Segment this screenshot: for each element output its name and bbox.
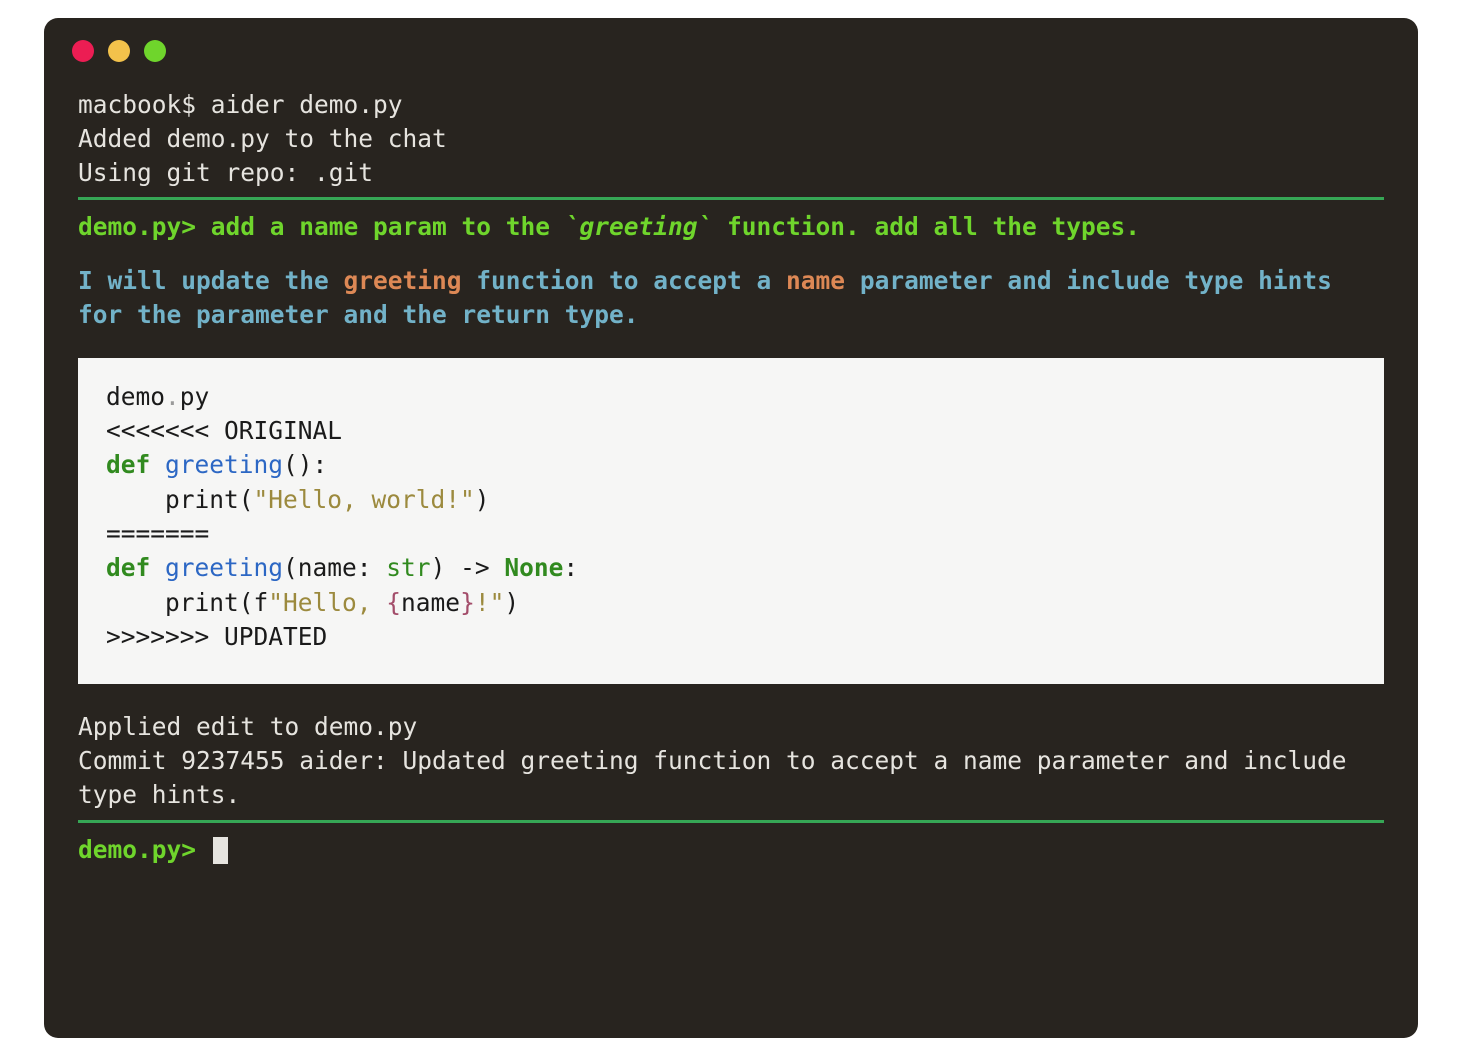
- shell-line: Added demo.py to the chat: [78, 124, 447, 153]
- window-close-button[interactable]: [72, 40, 94, 62]
- terminal-window: macbook$ aider demo.py Added demo.py to …: [44, 18, 1418, 1038]
- window-titlebar: [44, 18, 1418, 70]
- diff-filename: demo: [106, 382, 165, 411]
- asst-text: function to accept a: [462, 266, 787, 295]
- prompt-label: demo.py>: [78, 212, 211, 241]
- status-line: Commit 9237455 aider: Updated greeting f…: [78, 746, 1361, 809]
- assistant-response: I will update the greeting function to a…: [78, 264, 1384, 332]
- divider: [78, 820, 1384, 823]
- shell-launch-output: macbook$ aider demo.py Added demo.py to …: [78, 88, 1384, 189]
- terminal-body[interactable]: macbook$ aider demo.py Added demo.py to …: [44, 70, 1418, 890]
- fn-name: greeting: [150, 553, 283, 582]
- var-name: name: [401, 588, 460, 617]
- code-text: ): [475, 485, 490, 514]
- fn-args: (name:: [283, 553, 386, 582]
- asst-keyword: name: [786, 266, 845, 295]
- asst-text: I will update the: [78, 266, 344, 295]
- prompt-label: demo.py>: [78, 835, 211, 864]
- diff-filename-dot: .: [165, 382, 180, 411]
- status-output: Applied edit to demo.py Commit 9237455 a…: [78, 710, 1384, 811]
- shell-line: Using git repo: .git: [78, 158, 373, 187]
- code-text: print(f: [106, 588, 268, 617]
- sp: [490, 553, 505, 582]
- string-literal: "Hello,: [268, 588, 386, 617]
- shell-line: macbook$ aider demo.py: [78, 90, 403, 119]
- window-minimize-button[interactable]: [108, 40, 130, 62]
- type-none: None: [504, 553, 563, 582]
- fn-args: ():: [283, 450, 327, 479]
- diff-marker-sep: =======: [106, 519, 209, 548]
- code-diff-block: demo.py <<<<<<< ORIGINAL def greeting():…: [78, 358, 1384, 684]
- string-literal: "Hello, world!": [254, 485, 475, 514]
- string-literal: !": [475, 588, 505, 617]
- divider: [78, 197, 1384, 200]
- arrow-op: ->: [460, 553, 490, 582]
- fstring-brace: }: [460, 588, 475, 617]
- diff-marker-updated: >>>>>>> UPDATED: [106, 622, 327, 651]
- kw-def: def: [106, 450, 150, 479]
- diff-marker-original: <<<<<<< ORIGINAL: [106, 416, 342, 445]
- kw-def: def: [106, 553, 150, 582]
- user-input: add a name param to the: [211, 212, 565, 241]
- diff-filename: py: [180, 382, 210, 411]
- user-prompt-line: demo.py> add a name param to the `greeti…: [78, 210, 1384, 244]
- code-text: print(: [106, 485, 254, 514]
- type-name: str: [386, 553, 430, 582]
- window-maximize-button[interactable]: [144, 40, 166, 62]
- fn-args: :: [563, 553, 578, 582]
- asst-keyword: greeting: [344, 266, 462, 295]
- cursor-icon: [213, 837, 228, 864]
- fstring-brace: {: [386, 588, 401, 617]
- user-input-code: `greeting`: [565, 212, 713, 241]
- fn-name: greeting: [150, 450, 283, 479]
- user-input: function. add all the types.: [712, 212, 1140, 241]
- code-text: ): [504, 588, 519, 617]
- user-prompt-line[interactable]: demo.py>: [78, 833, 1384, 867]
- status-line: Applied edit to demo.py: [78, 712, 417, 741]
- fn-args: ): [431, 553, 461, 582]
